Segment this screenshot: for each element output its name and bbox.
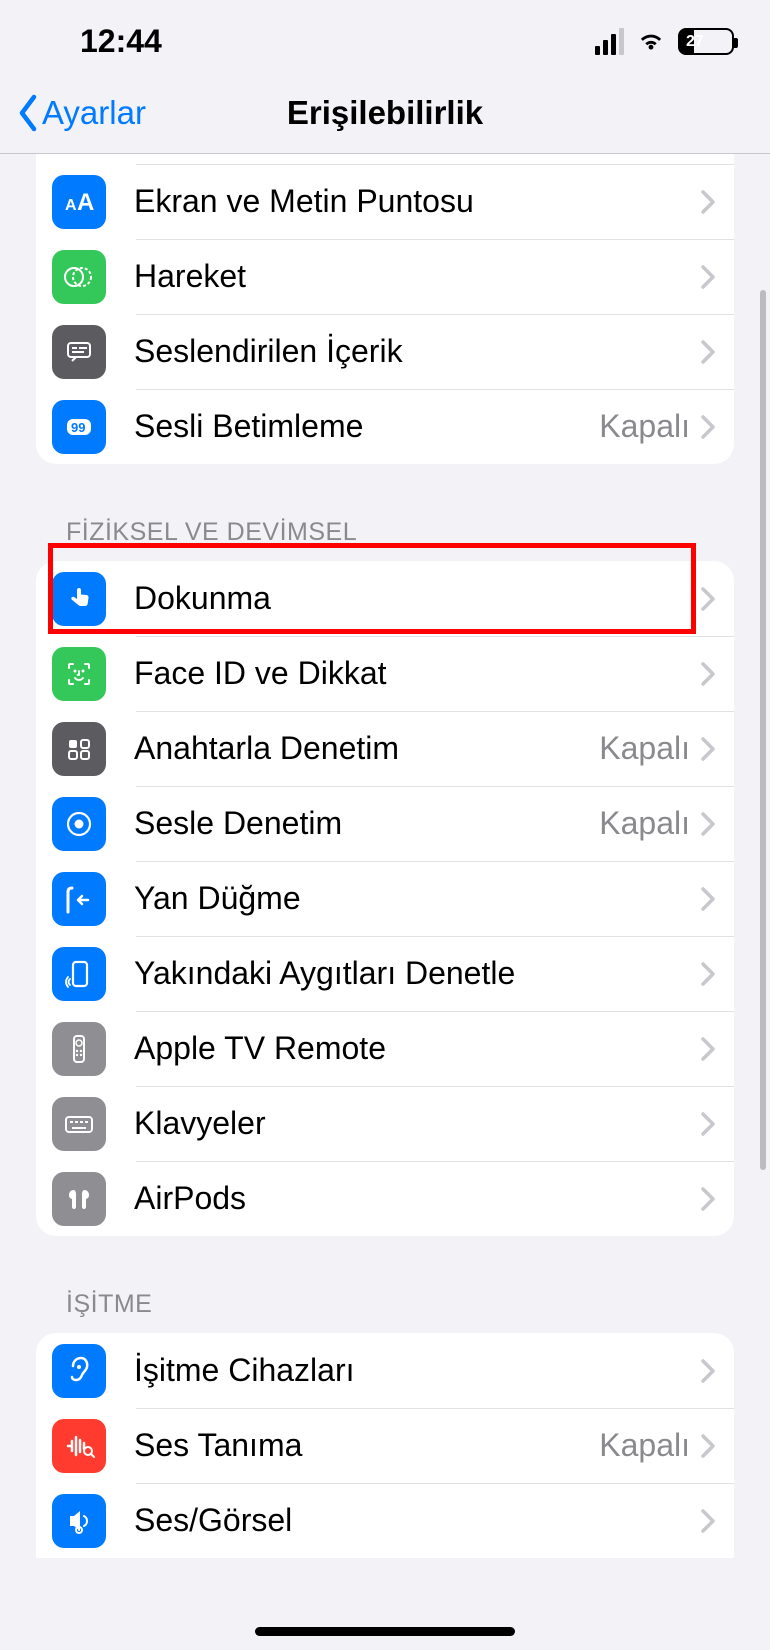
back-button[interactable]: Ayarlar bbox=[0, 91, 146, 135]
row-label: Sesli Betimleme bbox=[134, 408, 599, 445]
chevron-right-icon bbox=[700, 264, 716, 290]
switch-control-icon bbox=[52, 722, 106, 776]
wifi-icon bbox=[636, 30, 666, 52]
sound-recognition-icon bbox=[52, 1419, 106, 1473]
keyboard-icon bbox=[52, 1097, 106, 1151]
chevron-right-icon bbox=[700, 1186, 716, 1212]
row-label: Yan Düğme bbox=[134, 880, 700, 917]
row-display-text-size[interactable]: AA Ekran ve Metin Puntosu bbox=[36, 164, 734, 239]
group-hearing: İşitme Cihazları Ses Tanıma Kapalı Ses/G… bbox=[36, 1333, 734, 1558]
home-indicator[interactable] bbox=[255, 1627, 515, 1636]
row-value: Kapalı bbox=[599, 1427, 690, 1464]
chevron-right-icon bbox=[700, 1036, 716, 1062]
spoken-content-icon bbox=[52, 325, 106, 379]
scrollbar-thumb[interactable] bbox=[760, 290, 766, 1170]
chevron-right-icon bbox=[700, 886, 716, 912]
motion-icon bbox=[52, 250, 106, 304]
row-label: Klavyeler bbox=[134, 1105, 700, 1142]
row-label: Ses Tanıma bbox=[134, 1427, 599, 1464]
section-header-hearing: İŞİTME bbox=[0, 1290, 770, 1333]
row-label: Yakındaki Aygıtları Denetle bbox=[134, 955, 700, 992]
row-label: Ekran ve Metin Puntosu bbox=[134, 183, 700, 220]
chevron-left-icon bbox=[14, 91, 42, 135]
chevron-right-icon bbox=[700, 961, 716, 987]
airpods-icon bbox=[52, 1172, 106, 1226]
row-label: Hareket bbox=[134, 258, 700, 295]
status-time: 12:44 bbox=[80, 23, 162, 60]
svg-text:A: A bbox=[77, 189, 94, 216]
row-audio-visual[interactable]: Ses/Görsel bbox=[36, 1483, 734, 1558]
chevron-right-icon bbox=[700, 736, 716, 762]
audio-description-icon: 99 bbox=[52, 400, 106, 454]
row-keyboards[interactable]: Klavyeler bbox=[36, 1086, 734, 1161]
chevron-right-icon bbox=[700, 1358, 716, 1384]
row-label: Ses/Görsel bbox=[134, 1502, 700, 1539]
row-nearby-devices[interactable]: Yakındaki Aygıtları Denetle bbox=[36, 936, 734, 1011]
row-label: Sesle Denetim bbox=[134, 805, 599, 842]
row-sound-recognition[interactable]: Ses Tanıma Kapalı bbox=[36, 1408, 734, 1483]
row-label: AirPods bbox=[134, 1180, 700, 1217]
row-airpods[interactable]: AirPods bbox=[36, 1161, 734, 1236]
hearing-devices-icon bbox=[52, 1344, 106, 1398]
content-scroll[interactable]: AA Ekran ve Metin Puntosu Hareket Seslen… bbox=[0, 154, 770, 1650]
group-vision: AA Ekran ve Metin Puntosu Hareket Seslen… bbox=[36, 154, 734, 464]
text-size-icon: AA bbox=[52, 175, 106, 229]
row-label: İşitme Cihazları bbox=[134, 1352, 700, 1389]
chevron-right-icon bbox=[700, 189, 716, 215]
row-audio-descriptions[interactable]: 99 Sesli Betimleme Kapalı bbox=[36, 389, 734, 464]
audio-visual-icon bbox=[52, 1494, 106, 1548]
row-touch[interactable]: Dokunma bbox=[36, 561, 734, 636]
row-label: Seslendirilen İçerik bbox=[134, 333, 700, 370]
row-label: Apple TV Remote bbox=[134, 1030, 700, 1067]
apple-tv-remote-icon bbox=[52, 1022, 106, 1076]
status-indicators: 27 bbox=[595, 28, 734, 55]
chevron-right-icon bbox=[700, 661, 716, 687]
row-motion[interactable]: Hareket bbox=[36, 239, 734, 314]
chevron-right-icon bbox=[700, 339, 716, 365]
row-value: Kapalı bbox=[599, 730, 690, 767]
row-label: Anahtarla Denetim bbox=[134, 730, 599, 767]
row-spoken-content[interactable]: Seslendirilen İçerik bbox=[36, 314, 734, 389]
row-label: Dokunma bbox=[134, 580, 700, 617]
row-face-id[interactable]: Face ID ve Dikkat bbox=[36, 636, 734, 711]
cellular-signal-icon bbox=[595, 28, 624, 55]
battery-percent: 27 bbox=[686, 33, 704, 51]
status-bar: 12:44 27 bbox=[0, 0, 770, 60]
row-label: Face ID ve Dikkat bbox=[134, 655, 700, 692]
group-physical: Dokunma Face ID ve Dikkat Anahtarla Dene… bbox=[36, 561, 734, 1236]
touch-icon bbox=[52, 572, 106, 626]
battery-icon: 27 bbox=[678, 28, 734, 55]
row-value: Kapalı bbox=[599, 805, 690, 842]
back-label: Ayarlar bbox=[42, 94, 146, 132]
chevron-right-icon bbox=[700, 1508, 716, 1534]
row-apple-tv-remote[interactable]: Apple TV Remote bbox=[36, 1011, 734, 1086]
voice-control-icon bbox=[52, 797, 106, 851]
row-side-button[interactable]: Yan Düğme bbox=[36, 861, 734, 936]
side-button-icon bbox=[52, 872, 106, 926]
row-hearing-devices[interactable]: İşitme Cihazları bbox=[36, 1333, 734, 1408]
chevron-right-icon bbox=[700, 1433, 716, 1459]
chevron-right-icon bbox=[700, 1111, 716, 1137]
nav-header: Ayarlar Erişilebilirlik bbox=[0, 72, 770, 154]
chevron-right-icon bbox=[700, 414, 716, 440]
row-switch-control[interactable]: Anahtarla Denetim Kapalı bbox=[36, 711, 734, 786]
nearby-devices-icon bbox=[52, 947, 106, 1001]
svg-text:A: A bbox=[65, 197, 77, 214]
svg-text:99: 99 bbox=[71, 420, 85, 435]
row-voice-control[interactable]: Sesle Denetim Kapalı bbox=[36, 786, 734, 861]
section-header-physical: FİZİKSEL VE DEVİMSEL bbox=[0, 518, 770, 561]
face-id-icon bbox=[52, 647, 106, 701]
chevron-right-icon bbox=[700, 586, 716, 612]
chevron-right-icon bbox=[700, 811, 716, 837]
row-value: Kapalı bbox=[599, 408, 690, 445]
